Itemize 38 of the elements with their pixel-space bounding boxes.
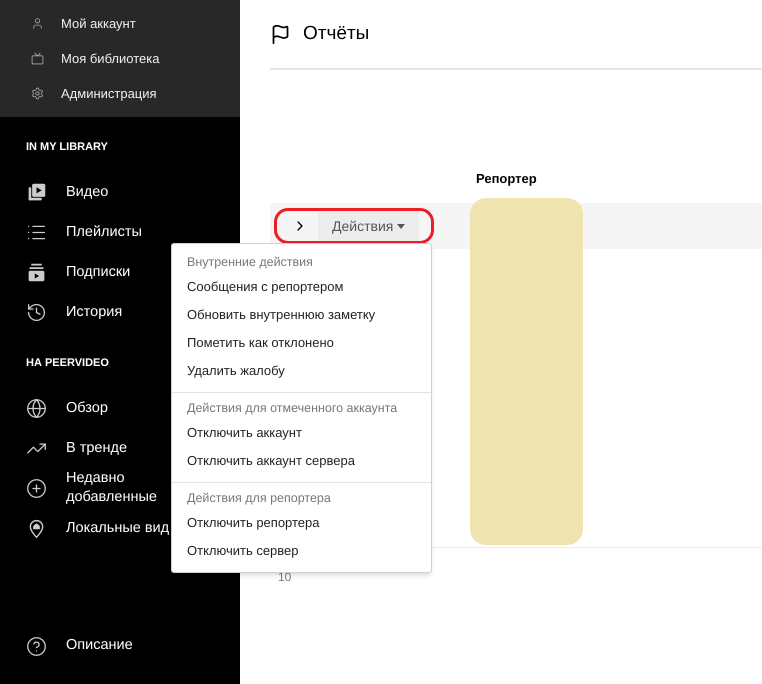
section-heading: IN MY LIBRARY — [26, 140, 108, 155]
menu-link[interactable]: Мой аккаунт — [61, 14, 136, 34]
menu-item[interactable]: Отключить репортера — [172, 509, 431, 537]
sidebar-item[interactable]: Видео — [66, 183, 108, 202]
settings-icon — [31, 87, 44, 100]
sidebar-item[interactable]: Подписки — [66, 263, 130, 282]
sidebar-item[interactable]: Описание — [66, 635, 133, 657]
menu-group-heading: Действия для отмеченного аккаунта — [186, 400, 398, 417]
history-icon — [26, 302, 47, 323]
menu-group-heading: Внутренние действия — [186, 254, 314, 271]
column-header: Репортер — [476, 170, 537, 188]
sidebar-item[interactable]: Обзор — [66, 398, 108, 418]
help-icon — [26, 636, 47, 656]
actions-button[interactable]: Действия — [318, 211, 420, 241]
globe-icon — [26, 398, 47, 418]
sidebar-item[interactable]: Локальные вид — [66, 518, 170, 538]
page-title: Отчёты — [303, 22, 370, 46]
plus-circle-icon — [26, 478, 47, 498]
menu-link[interactable]: Моя библиотека — [61, 48, 160, 68]
menu-item[interactable]: Пометить как отклонено — [172, 329, 431, 357]
menu-item[interactable]: Отключить аккаунт — [172, 419, 431, 447]
tv-icon — [31, 52, 44, 65]
menu-group-heading: Действия для репортера — [186, 490, 332, 507]
user-icon — [31, 17, 44, 30]
menu-item[interactable]: Удалить жалобу — [172, 357, 431, 385]
sidebar-item[interactable]: Плейлисты — [66, 223, 142, 242]
sidebar-item[interactable]: В тренде — [66, 438, 128, 458]
page-size: 10 — [278, 569, 292, 586]
subscriptions-icon — [26, 262, 47, 283]
menu-item[interactable]: Обновить внутреннюю заметку — [172, 301, 431, 329]
menu-item[interactable]: Отключить аккаунт сервера — [172, 447, 431, 475]
video-icon — [26, 182, 47, 203]
flag-icon — [270, 24, 291, 44]
menu-item[interactable]: Отключить сервер — [172, 537, 431, 565]
menu-item[interactable]: Сообщения с репортером — [172, 273, 431, 301]
sidebar-item[interactable]: История — [66, 303, 122, 322]
menu-link[interactable]: Администрация — [61, 84, 157, 104]
section-heading: НА PEERVIDEO — [26, 356, 109, 370]
